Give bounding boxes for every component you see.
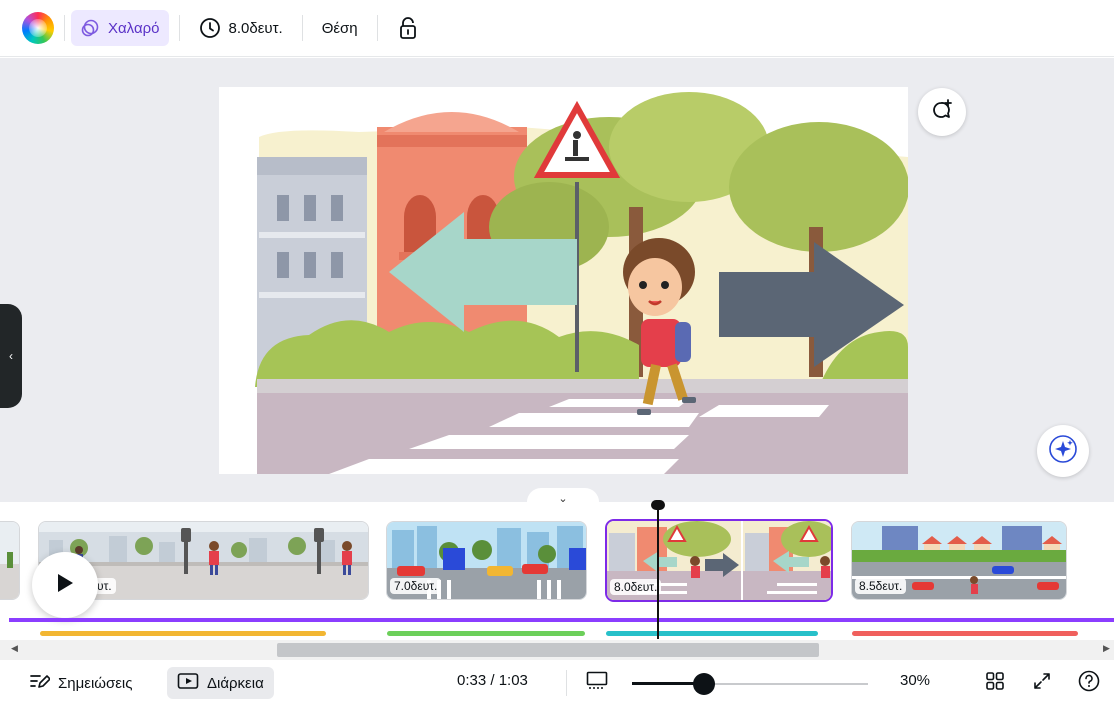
side-panel-toggle[interactable]: ‹ [0, 304, 22, 408]
style-label: Χαλαρό [108, 19, 160, 37]
notes-button[interactable]: Σημειώσεις [20, 667, 143, 699]
duration-label: 8.0δευτ. [228, 19, 283, 37]
side-panel-chevron-icon: ‹ [9, 349, 13, 363]
bottom-divider [566, 670, 567, 696]
expand-icon [1032, 671, 1052, 696]
canvas-area: ‹ ⌄ [0, 58, 1114, 508]
clip-duration: 7.0δευτ. [390, 578, 442, 594]
grid-view-icon [985, 671, 1005, 696]
slide-canvas[interactable] [219, 87, 908, 474]
lock-button[interactable] [388, 10, 428, 46]
position-button[interactable]: Θέση [313, 10, 367, 46]
play-icon [56, 573, 74, 598]
zoom-percentage[interactable]: 30% [900, 672, 930, 689]
duration-toggle-label: Διάρκεια [207, 674, 264, 692]
duration-button[interactable]: 8.0δευτ. [190, 10, 292, 46]
style-icon [80, 18, 100, 38]
timeline-scrollbar-thumb[interactable] [277, 643, 819, 657]
scroll-right-arrow-icon[interactable]: ▶ [1103, 643, 1110, 654]
toolbar-divider [178, 15, 180, 41]
magic-sparkle-icon [1048, 434, 1078, 469]
magic-assistant-button[interactable] [1037, 425, 1089, 477]
clip-color-bar [852, 631, 1078, 636]
page-view-icon [586, 671, 608, 696]
clip-color-bar [387, 631, 585, 636]
bottom-bar: Σημειώσεις Διάρκεια 0:33 / 1:03 30% [0, 664, 1114, 702]
comment-add-icon [930, 98, 954, 127]
grid-view-button[interactable] [982, 670, 1008, 696]
timeline-clip-3[interactable]: 8.0δευτ. [605, 519, 833, 602]
timeline-icon [177, 672, 199, 694]
clip-color-bar [606, 631, 818, 636]
playhead[interactable] [657, 506, 659, 639]
video-editor: Χαλαρό 8.0δευτ. Θέση ‹ ⌄ υτ. 7.0δευτ. 8.… [0, 0, 1114, 702]
time-readout: 0:33 / 1:03 [457, 672, 528, 689]
position-label: Θέση [321, 19, 358, 37]
street-crossing-illustration [219, 87, 908, 474]
scroll-left-arrow-icon[interactable]: ◀ [11, 643, 18, 654]
help-icon [1078, 670, 1100, 697]
color-wheel-icon[interactable] [22, 12, 54, 44]
notes-icon [30, 672, 51, 694]
toolbar-divider [64, 15, 65, 41]
zoom-slider-handle[interactable] [693, 673, 715, 695]
help-button[interactable] [1076, 670, 1102, 696]
fullscreen-button[interactable] [1029, 670, 1055, 696]
add-comment-button[interactable] [918, 88, 966, 136]
clock-icon [199, 17, 221, 39]
audio-track-line[interactable] [9, 618, 1114, 622]
timeline-clip-2[interactable]: 7.0δευτ. [386, 521, 587, 600]
style-button[interactable]: Χαλαρό [71, 10, 169, 46]
toolbar-divider [376, 15, 378, 41]
timeline: υτ. 7.0δευτ. 8.0δευτ. 8.5δευτ. ◀ ▶ [0, 500, 1114, 662]
clip-thumbnail [0, 522, 19, 599]
clip-duration: 8.0δευτ. [610, 579, 662, 595]
playhead-handle[interactable] [651, 500, 665, 510]
clip-color-bar [40, 631, 326, 636]
top-toolbar: Χαλαρό 8.0δευτ. Θέση [0, 0, 1114, 57]
toolbar-divider [301, 15, 303, 41]
timeline-clip-0[interactable] [0, 521, 20, 600]
timeline-clip-4[interactable]: 8.5δευτ. [851, 521, 1067, 600]
page-view-button[interactable] [584, 670, 610, 696]
play-button[interactable] [32, 552, 98, 618]
lock-icon [397, 16, 419, 40]
duration-toggle-button[interactable]: Διάρκεια [167, 667, 274, 699]
clip-duration: 8.5δευτ. [855, 578, 907, 594]
notes-label: Σημειώσεις [58, 674, 133, 692]
